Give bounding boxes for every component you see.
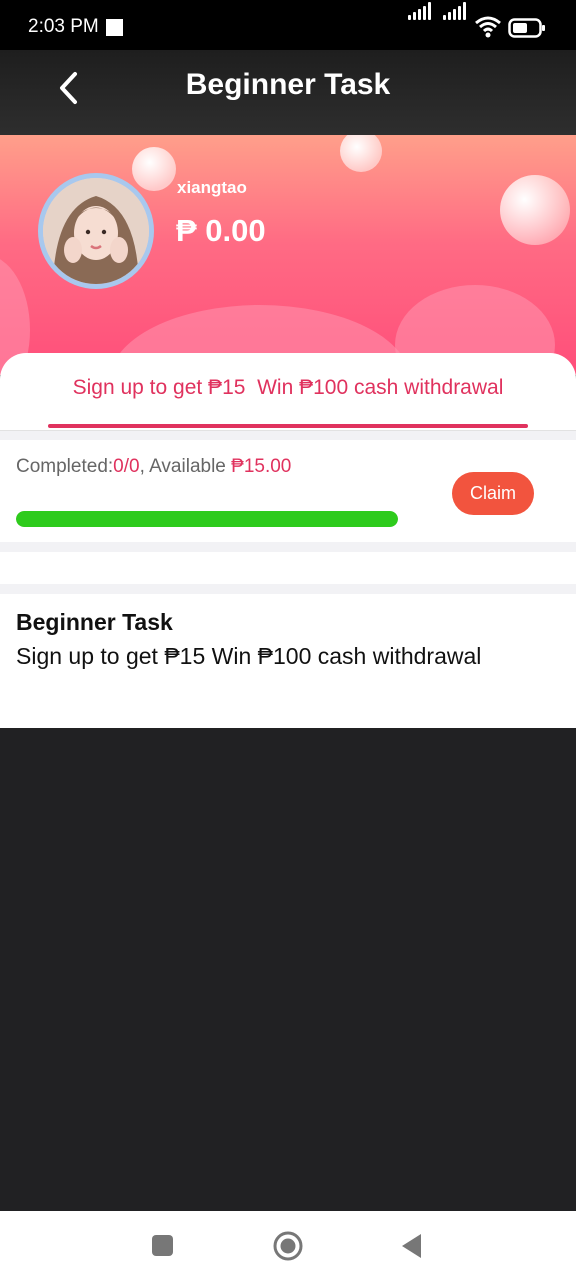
divider <box>0 430 576 440</box>
available-label: , Available <box>139 456 232 477</box>
available-value: ₱15.00 <box>231 456 292 477</box>
balance: ₱ 0.00 <box>176 213 266 248</box>
decor-bubble <box>500 175 570 245</box>
navigation-bar <box>0 1211 576 1280</box>
profile-banner: xiangtao ₱ 0.00 <box>0 135 576 375</box>
description-title: Beginner Task <box>16 609 173 635</box>
tab-underline <box>48 424 528 428</box>
nav-home-icon <box>273 1231 303 1261</box>
description-text: Sign up to get ₱15 Win ₱100 cash withdra… <box>16 643 482 669</box>
tab-label: Sign up to get ₱15 Win ₱100 cash withdra… <box>72 376 504 399</box>
completed-label: Completed: <box>16 456 114 477</box>
task-card: Sign up to get ₱15 Win ₱100 cash withdra… <box>0 353 576 728</box>
signal-icon <box>443 2 469 20</box>
decor-bubble <box>132 147 176 191</box>
notification-icon <box>106 19 123 36</box>
page-title: Beginner Task <box>185 68 391 101</box>
progress-label: Completed:0/0, Available ₱15.00 <box>16 456 291 478</box>
wifi-icon <box>475 16 501 38</box>
nav-recents-button[interactable] <box>148 1232 176 1260</box>
status-bar: 2:03 PM <box>0 0 576 50</box>
avatar-image <box>43 178 149 284</box>
signal-icon <box>408 2 434 20</box>
battery-icon <box>508 18 545 38</box>
avatar <box>38 173 154 289</box>
status-time: 2:03 PM <box>28 16 99 37</box>
divider <box>0 584 576 594</box>
divider <box>0 542 576 552</box>
app-header: Beginner Task <box>0 50 576 135</box>
nav-recents-icon <box>152 1235 173 1256</box>
nav-home-button[interactable] <box>272 1230 304 1262</box>
tab-beginner-task[interactable]: Sign up to get ₱15 Win ₱100 cash withdra… <box>48 353 528 429</box>
username: xiangtao <box>177 178 247 197</box>
progress-fill <box>16 511 398 527</box>
completed-value: 0/0 <box>113 456 140 477</box>
decor-bubble <box>340 135 382 172</box>
nav-back-icon <box>402 1234 421 1258</box>
progress-bar <box>16 511 398 527</box>
nav-back-button[interactable] <box>398 1232 426 1260</box>
claim-button[interactable]: Claim <box>452 472 534 515</box>
